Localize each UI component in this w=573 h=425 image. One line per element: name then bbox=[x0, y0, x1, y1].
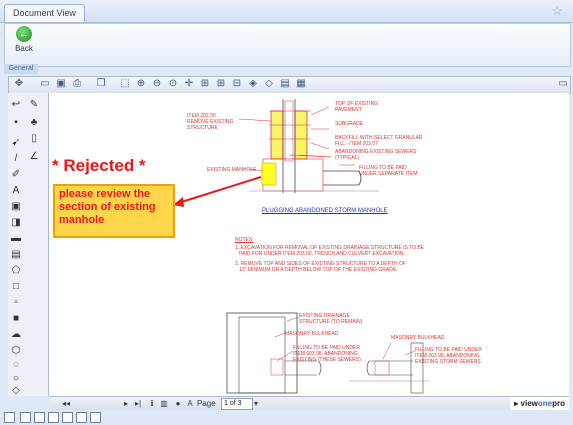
label-fill-to-be-paid: FILLING TO BE PAID UNDER SEPARATE ITEM bbox=[359, 165, 418, 177]
zoom-out-icon[interactable]: ⊖ bbox=[151, 78, 163, 90]
label-fill-left: FILLING TO BE PAID UNDER ITEM 603.98, ABA… bbox=[293, 345, 361, 363]
document-canvas[interactable]: TOP OF EXISTING PAVEMENT SUBGRADE BACKFIL… bbox=[49, 93, 569, 396]
zoom-window-icon[interactable]: ⊙ bbox=[167, 78, 179, 90]
arc-icon[interactable]: ◌ bbox=[10, 359, 22, 371]
fit-page-icon[interactable]: ✛ bbox=[183, 78, 195, 90]
favorite-star-icon[interactable]: ☆ bbox=[551, 3, 563, 19]
two-page-icon[interactable] bbox=[20, 412, 31, 423]
callout-icon[interactable]: ◨ bbox=[10, 217, 22, 229]
info-icon[interactable]: ℹ bbox=[147, 398, 157, 409]
label-abandoned-sewers: ABANDONING EXISTING SEWERS (TYPICAL) bbox=[335, 149, 417, 161]
continuous-view-icon[interactable] bbox=[48, 412, 59, 423]
viewer-toolbar: ✥ ▭ ▣ ⎙ ❐ ⬚ ⊕ ⊖ ⊙ ✛ ⊞ ⊞ ⊟ ◈ ◇ ▤ ▦ ▭ bbox=[8, 76, 571, 94]
highlight-rect-icon[interactable]: ▬ bbox=[10, 233, 22, 245]
prev-page-icon[interactable]: ▸ bbox=[121, 398, 131, 409]
fit-width-icon[interactable]: ⊞ bbox=[199, 78, 211, 90]
label-masonry-bulkhead-right: MASONRY BULKHEAD bbox=[391, 335, 445, 341]
bookmark-icon[interactable]: ● bbox=[173, 398, 183, 409]
full-view-icon[interactable] bbox=[90, 412, 101, 423]
logo-text-view: view bbox=[520, 399, 538, 408]
logo-text-pro: pro bbox=[552, 399, 565, 408]
label-remove-structure: ITEM 202.00 REMOVE EXISTING STRUCTURE bbox=[187, 113, 234, 131]
compare-view-icon[interactable] bbox=[76, 412, 87, 423]
review-note-text: please review the section of existing ma… bbox=[59, 188, 156, 226]
status-bar bbox=[0, 410, 573, 425]
pen-icon[interactable]: ✎ bbox=[28, 99, 40, 111]
rotate-right-icon[interactable]: ⊟ bbox=[231, 78, 243, 90]
panel-toggle-icon[interactable]: ▭ bbox=[557, 78, 569, 90]
drawing-title: PLUGGING ABANDONED STORM MANHOLE bbox=[262, 208, 388, 214]
pointer-icon[interactable]: ➹ bbox=[10, 137, 22, 149]
rotate-left-icon[interactable]: ⊞ bbox=[215, 78, 227, 90]
ellipse-icon[interactable]: ○ bbox=[10, 373, 22, 385]
angle-icon[interactable]: ∠ bbox=[28, 151, 40, 163]
open-icon[interactable]: ▭ bbox=[39, 78, 51, 90]
select-icon[interactable]: ⬚ bbox=[119, 78, 131, 90]
next-page-icon[interactable]: ▸| bbox=[133, 398, 143, 409]
label-fill-right: FILLING TO BE PAID UNDER ITEM 603.98, ABA… bbox=[415, 347, 482, 365]
label-backfill: BACKFILL WITH SELECT GRANULAR FILL - ITEM… bbox=[335, 135, 423, 147]
cloud-icon[interactable]: ☁ bbox=[10, 329, 22, 341]
thumbnails-icon[interactable]: ▥ bbox=[159, 398, 169, 409]
label-existing-manhole: EXISTING MANHOLE bbox=[207, 167, 257, 173]
split-view-icon[interactable] bbox=[62, 412, 73, 423]
page-label: Page bbox=[197, 399, 216, 408]
viewone-logo: ▸ viewonepro bbox=[510, 397, 569, 411]
back-button[interactable]: ← Back bbox=[11, 26, 37, 56]
layers-icon[interactable]: ◇ bbox=[263, 78, 275, 90]
print-icon[interactable]: ⎙ bbox=[71, 78, 83, 90]
tab-document-view[interactable]: Document View bbox=[4, 4, 85, 22]
back-label: Back bbox=[15, 44, 33, 53]
ribbon: ← Back bbox=[4, 23, 571, 67]
text-search-icon[interactable]: A bbox=[185, 398, 195, 409]
line-icon[interactable]: / bbox=[10, 153, 22, 165]
compare-icon[interactable]: ◈ bbox=[247, 78, 259, 90]
diamond-icon[interactable]: ◇ bbox=[10, 385, 22, 397]
label-masonry-bulkhead-left: MASONRY BULKHEAD bbox=[285, 331, 339, 337]
markup-toolbar: ↩ ✎ ▪ ♣ ➹ ▯ / ∠ ✐ A ▣ ◨ ▬ ▤ ⬠ □ ▫ ■ ☁ ⬡ … bbox=[8, 93, 49, 396]
save-markup-icon[interactable]: ▪ bbox=[10, 117, 22, 129]
note-icon[interactable]: ▯ bbox=[28, 133, 40, 145]
polyline-icon[interactable]: ⬡ bbox=[10, 345, 22, 357]
review-note-callout[interactable]: please review the section of existing ma… bbox=[53, 184, 175, 238]
zoom-in-icon[interactable]: ⊕ bbox=[135, 78, 147, 90]
label-subgrade: SUBGRADE bbox=[335, 121, 364, 127]
pan-icon[interactable]: ✥ bbox=[13, 78, 25, 90]
copy-icon[interactable]: ❐ bbox=[95, 78, 107, 90]
text-box-icon[interactable]: ▣ bbox=[10, 201, 22, 213]
label-existing-drainage: EXISTING DRAINAGE STRUCTURE (TO REMAIN) bbox=[299, 313, 363, 325]
logo-text-one: one bbox=[537, 399, 553, 408]
page-number-input[interactable]: 1 of 3 bbox=[221, 398, 253, 410]
image-icon[interactable]: ▤ bbox=[10, 249, 22, 261]
text-tool-icon[interactable]: A bbox=[10, 185, 22, 197]
note-2: 2. REMOVE TOP AND SIDES OF EXISTING STRU… bbox=[235, 261, 406, 273]
page-dropdown-icon[interactable]: ▾ bbox=[251, 398, 261, 409]
back-arrow-icon: ← bbox=[16, 26, 32, 42]
note-1: 1. EXCAVATION FOR REMOVAL OF EXISTING DR… bbox=[235, 245, 425, 257]
highlighter-icon[interactable]: ✐ bbox=[10, 169, 22, 181]
label-top-existing-pavement: TOP OF EXISTING PAVEMENT bbox=[335, 101, 379, 113]
save-icon[interactable]: ▣ bbox=[55, 78, 67, 90]
settings-icon[interactable]: ▤ bbox=[279, 78, 291, 90]
filled-rect-icon[interactable]: ■ bbox=[10, 313, 22, 325]
stamp-icon[interactable]: ♣ bbox=[28, 117, 40, 129]
tab-bar: Document View ☆ bbox=[0, 0, 573, 23]
ribbon-group-label: General bbox=[4, 64, 38, 74]
single-page-icon[interactable] bbox=[4, 412, 15, 423]
rejected-stamp[interactable]: * Rejected * bbox=[52, 156, 146, 176]
notes-heading: NOTES: bbox=[235, 237, 254, 243]
first-page-icon[interactable]: ◂◂ bbox=[61, 398, 71, 409]
polygon-icon[interactable]: ⬠ bbox=[10, 265, 22, 277]
redo-icon[interactable]: ↩ bbox=[10, 99, 22, 111]
properties-icon[interactable]: ▦ bbox=[295, 78, 307, 90]
square-icon[interactable]: ▫ bbox=[10, 297, 22, 309]
grid-view-icon[interactable] bbox=[34, 412, 45, 423]
page-navigation-bar: ◂◂ ▸ ▸| ℹ ▥ ● A Page 1 of 3 ▾ ▸ viewonep… bbox=[49, 396, 569, 411]
rectangle-icon[interactable]: □ bbox=[10, 281, 22, 293]
